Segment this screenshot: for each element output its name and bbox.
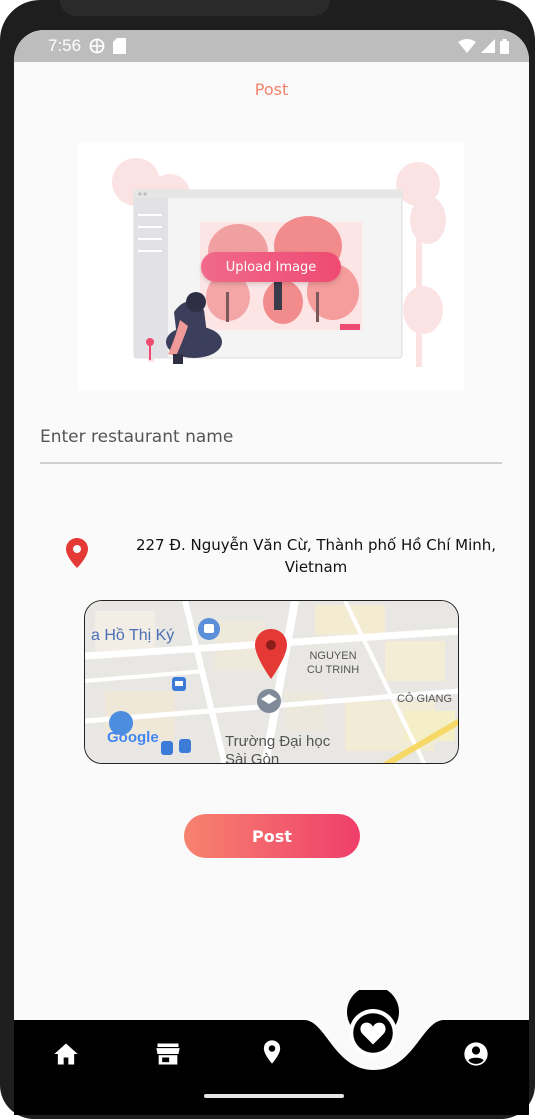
- google-logo: Google: [107, 729, 159, 746]
- map-label-district: NGUYEN CU TRINH: [303, 649, 363, 677]
- post-button[interactable]: Post: [184, 814, 360, 858]
- location-icon[interactable]: [258, 1038, 286, 1066]
- map-label-place: a Hồ Thị Ký: [91, 627, 175, 644]
- camera-notch: [60, 0, 330, 16]
- image-upload-area[interactable]: Upload Image: [78, 142, 464, 390]
- address-text: 227 Đ. Nguyễn Văn Cừ, Thành phố Hồ Chí M…: [135, 536, 497, 576]
- home-indicator[interactable]: [204, 1094, 344, 1098]
- store-icon[interactable]: [154, 1040, 182, 1068]
- wifi-icon: [458, 39, 476, 53]
- map-view[interactable]: a Hồ Thị Ký NGUYEN CU TRINH CÔ GIANG Trư…: [84, 600, 459, 764]
- app-screen: 7:56 Post Upload Image Enter restaurant …: [14, 30, 529, 1115]
- signal-icon: [481, 39, 495, 53]
- home-icon[interactable]: [52, 1040, 80, 1068]
- battery-icon: [500, 38, 509, 54]
- location-pin-icon: [66, 538, 88, 568]
- map-label-district-text: NGUYEN CU TRINH: [306, 650, 360, 676]
- status-bar: 7:56: [14, 30, 529, 62]
- profile-icon[interactable]: [462, 1040, 490, 1068]
- map-label-area: CÔ GIANG: [397, 693, 453, 705]
- upload-image-button[interactable]: Upload Image: [201, 252, 341, 282]
- favorite-icon[interactable]: [348, 1008, 398, 1058]
- status-time: 7:56: [48, 36, 82, 55]
- restaurant-name-input[interactable]: [40, 412, 502, 464]
- vpn-globe-icon: [89, 38, 105, 54]
- sd-card-icon: [113, 38, 127, 54]
- address-row: 227 Đ. Nguyễn Văn Cừ, Thành phố Hồ Chí M…: [66, 534, 506, 582]
- page-title: Post: [254, 80, 289, 99]
- map-label-university: Trường Đại học Sài Gòn: [225, 733, 331, 764]
